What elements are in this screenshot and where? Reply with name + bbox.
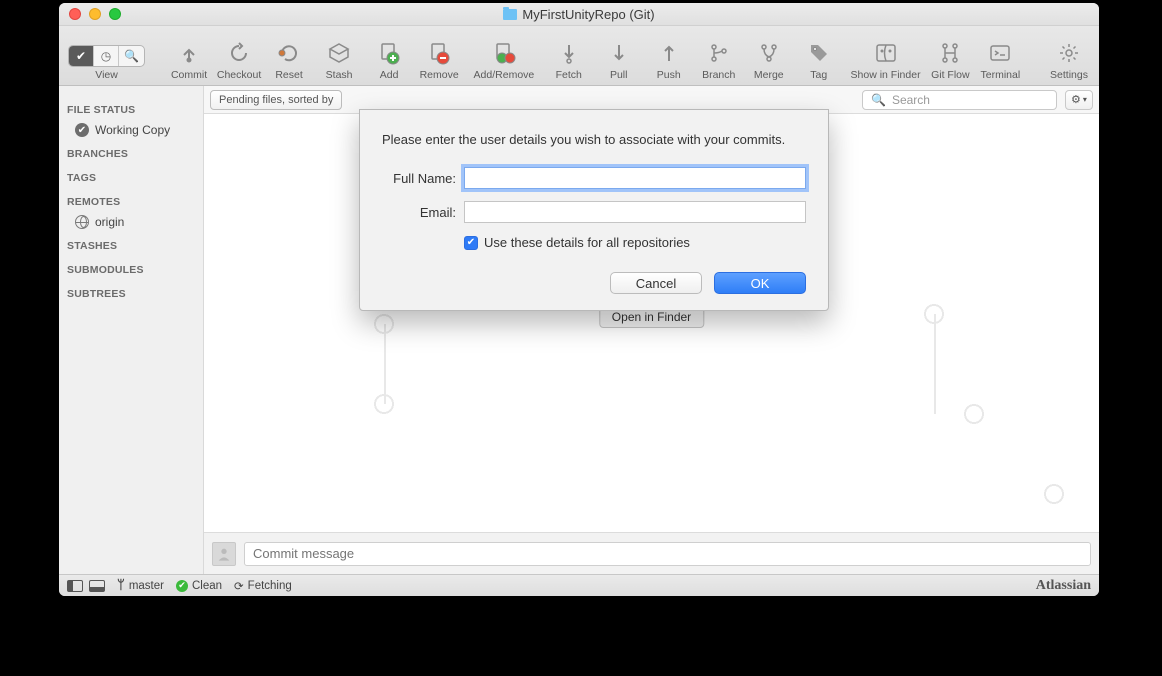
- sidebar-head-tags[interactable]: TAGS: [59, 164, 203, 188]
- tag-icon: [807, 39, 831, 67]
- ok-button[interactable]: OK: [714, 272, 806, 294]
- stash-icon: [327, 39, 351, 67]
- view-mode-clock-icon[interactable]: ◷: [94, 46, 119, 66]
- refresh-icon: ⟳: [234, 579, 244, 593]
- cancel-button[interactable]: Cancel: [610, 272, 702, 294]
- checkout-icon: [227, 39, 251, 67]
- full-name-label: Full Name:: [382, 171, 464, 186]
- terminal-button[interactable]: Terminal: [976, 31, 1024, 81]
- sidebar-head-stashes[interactable]: STASHES: [59, 232, 203, 256]
- sidebar-item-label: origin: [95, 215, 124, 229]
- zoom-window-button[interactable]: [109, 8, 121, 20]
- remove-button[interactable]: Remove: [415, 31, 463, 81]
- settings-icon: [1057, 39, 1081, 67]
- toolbar: ✔ ◷ 🔍 View Commit Checkout Reset Stash A…: [59, 26, 1099, 86]
- avatar: [212, 542, 236, 566]
- commit-bar: [204, 532, 1099, 574]
- titlebar: MyFirstUnityRepo (Git): [59, 3, 1099, 26]
- sidebar: FILE STATUS ✔ Working Copy BRANCHES TAGS…: [59, 86, 204, 574]
- gear-icon: ⚙: [1071, 93, 1081, 106]
- finder-icon: [874, 39, 898, 67]
- pull-button[interactable]: Pull: [595, 31, 643, 81]
- minimize-window-button[interactable]: [89, 8, 101, 20]
- reset-icon: [277, 39, 301, 67]
- branch-button[interactable]: Branch: [695, 31, 743, 81]
- use-all-label: Use these details for all repositories: [484, 235, 690, 250]
- fetch-icon: [557, 39, 581, 67]
- merge-button[interactable]: Merge: [745, 31, 793, 81]
- chevron-down-icon: ▾: [1083, 95, 1087, 104]
- view-mode-search-icon[interactable]: 🔍: [119, 46, 144, 66]
- search-icon: 🔍: [871, 93, 886, 107]
- branch-name: master: [129, 580, 164, 592]
- filter-options-button[interactable]: ⚙▾: [1065, 90, 1093, 110]
- globe-icon: [75, 215, 89, 229]
- merge-icon: [757, 39, 781, 67]
- view-mode-control[interactable]: ✔ ◷ 🔍: [68, 45, 145, 67]
- push-button[interactable]: Push: [645, 31, 693, 81]
- sidebar-head-file-status: FILE STATUS: [59, 96, 203, 120]
- reset-button[interactable]: Reset: [265, 31, 313, 81]
- status-fetching: ⟳ Fetching: [234, 579, 292, 593]
- statusbar: ᛘ master ✔ Clean ⟳ Fetching Atlassian: [59, 574, 1099, 596]
- status-branch[interactable]: ᛘ master: [117, 578, 164, 593]
- use-all-checkbox[interactable]: ✔: [464, 236, 478, 250]
- close-window-button[interactable]: [69, 8, 81, 20]
- terminal-icon: [988, 39, 1012, 67]
- full-name-input[interactable]: [464, 167, 806, 189]
- pull-icon: [607, 39, 631, 67]
- tag-button[interactable]: Tag: [795, 31, 843, 81]
- checkout-button[interactable]: Checkout: [215, 31, 263, 81]
- push-icon: [657, 39, 681, 67]
- search-placeholder: Search: [892, 93, 930, 107]
- commit-button[interactable]: Commit: [165, 31, 213, 81]
- sidebar-item-label: Working Copy: [95, 123, 170, 137]
- status-clean: ✔ Clean: [176, 580, 222, 592]
- combo-label: Pending files, sorted by: [219, 94, 333, 106]
- search-input[interactable]: 🔍 Search: [862, 90, 1057, 110]
- view-label: View: [95, 69, 118, 81]
- toggle-left-panel-icon[interactable]: [67, 580, 83, 592]
- check-icon: ✔: [75, 123, 89, 137]
- sidebar-head-subtrees[interactable]: SUBTREES: [59, 280, 203, 304]
- user-details-sheet: Please enter the user details you wish t…: [359, 109, 829, 311]
- branch-icon: [707, 39, 731, 67]
- sidebar-head-remotes[interactable]: REMOTES: [59, 188, 203, 212]
- toggle-bottom-panel-icon[interactable]: [89, 580, 105, 592]
- show-in-finder-button[interactable]: Show in Finder: [847, 31, 925, 81]
- email-input[interactable]: [464, 201, 806, 223]
- email-label: Email:: [382, 205, 464, 220]
- check-icon: ✔: [176, 580, 188, 592]
- view-mode-check-icon[interactable]: ✔: [69, 46, 94, 66]
- folder-icon: [503, 9, 517, 20]
- git-flow-button[interactable]: Git Flow: [926, 31, 974, 81]
- add-button[interactable]: Add: [365, 31, 413, 81]
- brand-label: Atlassian: [1036, 578, 1091, 594]
- fetch-button[interactable]: Fetch: [545, 31, 593, 81]
- app-window: MyFirstUnityRepo (Git) ✔ ◷ 🔍 View Commit…: [59, 3, 1099, 596]
- sidebar-head-submodules[interactable]: SUBMODULES: [59, 256, 203, 280]
- add-icon: [377, 39, 401, 67]
- git-flow-icon: [938, 39, 962, 67]
- add-remove-icon: [492, 39, 516, 67]
- window-title: MyFirstUnityRepo (Git): [59, 7, 1099, 22]
- settings-button[interactable]: Settings: [1045, 31, 1093, 81]
- traffic-lights: [59, 8, 121, 20]
- commit-icon: [177, 39, 201, 67]
- branch-icon: ᛘ: [117, 578, 125, 593]
- stash-button[interactable]: Stash: [315, 31, 363, 81]
- commit-message-input[interactable]: [244, 542, 1091, 566]
- add-remove-button[interactable]: Add/Remove: [465, 31, 543, 81]
- sheet-prompt: Please enter the user details you wish t…: [382, 132, 806, 147]
- sidebar-item-working-copy[interactable]: ✔ Working Copy: [59, 120, 203, 140]
- view-segmented: ✔ ◷ 🔍 View: [65, 31, 148, 81]
- pending-files-combo[interactable]: Pending files, sorted by: [210, 90, 342, 110]
- sidebar-item-origin[interactable]: origin: [59, 212, 203, 232]
- remove-icon: [427, 39, 451, 67]
- panel-toggles[interactable]: [67, 580, 105, 592]
- sidebar-head-branches[interactable]: BRANCHES: [59, 140, 203, 164]
- window-title-text: MyFirstUnityRepo (Git): [522, 7, 654, 22]
